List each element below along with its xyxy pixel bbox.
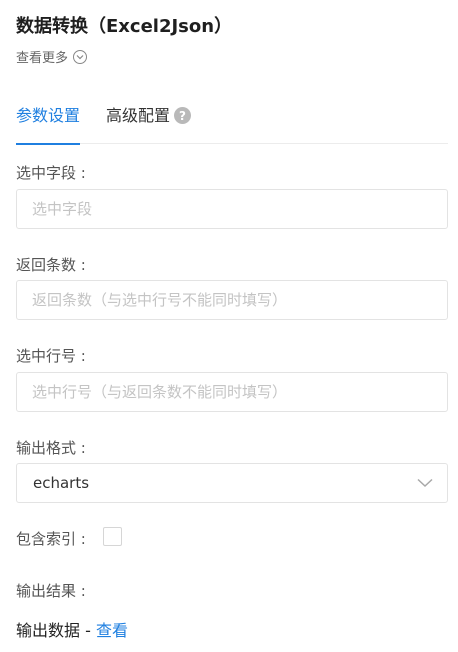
chevron-down-icon (417, 474, 433, 492)
include-index-label: 包含索引 : (16, 530, 86, 548)
tab-advanced-label: 高级配置 (106, 106, 171, 125)
return-count-label: 返回条数 : (16, 256, 86, 274)
tab-advanced[interactable]: 高级配置 ? (106, 104, 192, 144)
output-format-label: 输出格式 : (16, 439, 86, 457)
view-more-label: 查看更多 (16, 51, 69, 66)
tab-params[interactable]: 参数设置 (16, 104, 81, 145)
selected-fields-input[interactable] (16, 189, 448, 229)
selected-rows-label: 选中行号 : (16, 347, 86, 365)
include-index-checkbox[interactable] (103, 527, 122, 546)
output-format-select[interactable]: echarts (16, 463, 448, 503)
view-more-link[interactable]: 查看更多 (16, 47, 88, 66)
output-result: 输出数据 - 查看 (16, 617, 128, 641)
view-output-link[interactable]: 查看 (96, 621, 128, 640)
output-result-label: 输出结果 : (16, 582, 86, 600)
output-format-value: echarts (33, 474, 90, 492)
tab-bar: 参数设置 高级配置 ? (16, 104, 448, 145)
selected-rows-input[interactable] (16, 372, 448, 412)
page-title: 数据转换（Excel2Json） (16, 16, 233, 37)
selected-fields-label: 选中字段 : (16, 164, 86, 182)
chevron-down-circle-icon (73, 49, 88, 64)
return-count-input[interactable] (16, 280, 448, 320)
output-separator: - (80, 621, 96, 640)
question-circle-icon[interactable]: ? (174, 107, 192, 124)
output-data-text: 输出数据 (16, 621, 81, 640)
